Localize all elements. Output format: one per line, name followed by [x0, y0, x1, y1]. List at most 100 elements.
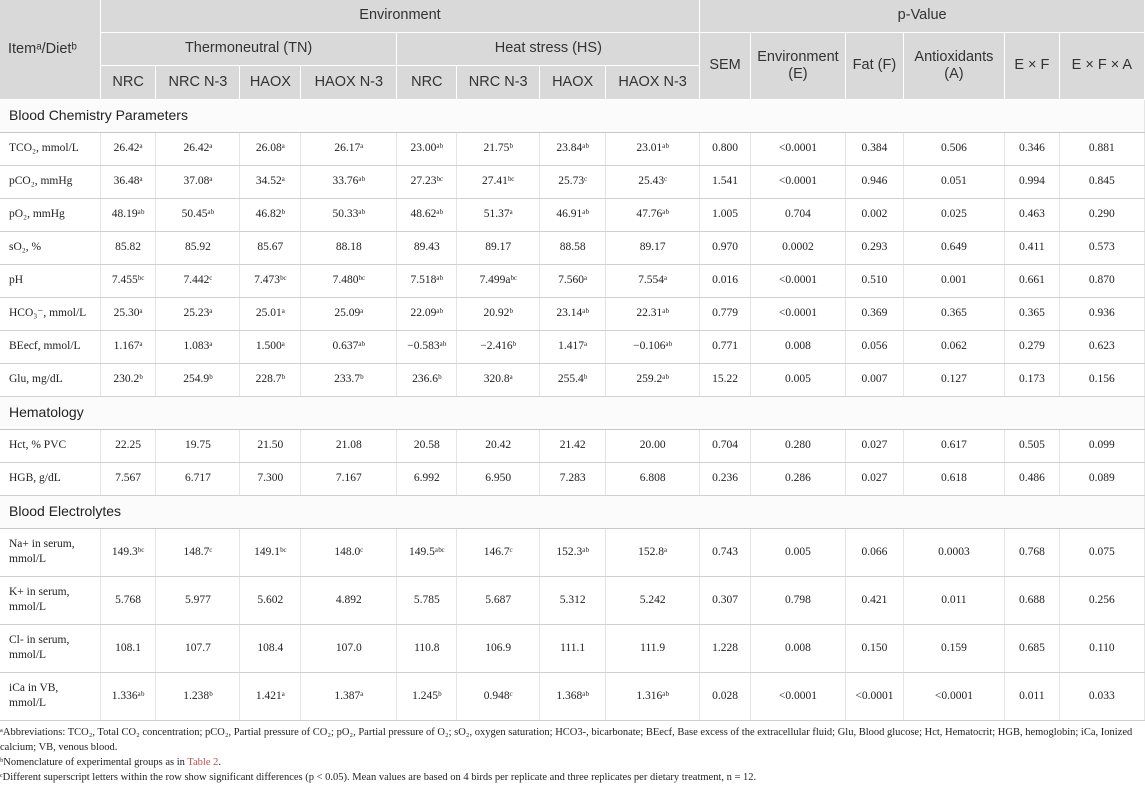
pvalue-cell: 0.005	[750, 528, 847, 577]
pvalue-cell: 0.150	[845, 624, 904, 673]
value-cell: 107.0	[300, 624, 398, 673]
row-label: K+ in serum, mmol/L	[0, 576, 101, 625]
pvalue-cell: 0.286	[750, 462, 847, 496]
table-row: Na+ in serum, mmol/L 149.3ᵇᶜ 148.7ᶜ 149.1ᵇᶜ…	[0, 528, 1145, 577]
pvalue-cell: 0.011	[1004, 672, 1060, 721]
row-label: pCO₂, mmHg	[0, 165, 101, 199]
row-label: HCO₃⁻, mmol/L	[0, 297, 101, 331]
table-row: Glu, mg/dL 230.2ᵇ 254.9ᵇ 228.7ᵇ 233.7ᵇ 236.6ᵇ…	[0, 363, 1145, 397]
value-cell: 25.30ᵃ	[100, 297, 157, 331]
table-row: TCO₂, mmol/L 26.42ᵃ 26.42ᵃ 26.08ᵃ 26.17ᵃ 23.0…	[0, 132, 1145, 166]
value-cell: 6.950	[456, 462, 541, 496]
value-cell: 85.67	[239, 231, 302, 265]
value-cell: 20.92ᵇ	[456, 297, 541, 331]
value-cell: 148.0ᶜ	[300, 528, 398, 577]
table-row: HCO₃⁻, mmol/L 25.30ᵃ 25.23ᵃ 25.01ᵃ 25.09ᵃ 22.…	[0, 297, 1145, 331]
value-cell: 7.455ᵇᶜ	[100, 264, 157, 298]
value-cell: 26.42ᵃ	[100, 132, 157, 166]
pvalue-cell: 0.027	[845, 462, 904, 496]
value-cell: 22.09ᵃᵇ	[396, 297, 458, 331]
results-table: Itemᵃ/Dietᵇ Environment p-Value Thermone…	[0, 0, 1145, 721]
value-cell: 46.91ᵃᵇ	[539, 198, 607, 232]
table-page: Itemᵃ/Dietᵇ Environment p-Value Thermone…	[0, 0, 1145, 783]
pvalue-cell: 0.056	[845, 330, 904, 364]
pvalue-cell: 0.293	[845, 231, 904, 265]
footnote-b: ᵇNomenclature of experimental groups as …	[0, 755, 1140, 770]
pvalue-cell: 0.028	[699, 672, 751, 721]
pvalue-cell: <0.0001	[750, 672, 847, 721]
table-row: BEecf, mmol/L 1.167ᵃ 1.083ᵃ 1.500ᵃ 0.637ᵃᵇ −0…	[0, 330, 1145, 364]
pvalue-cell: 1.541	[699, 165, 751, 199]
pvalue-cell: 0.411	[1004, 231, 1060, 265]
value-cell: 6.717	[155, 462, 241, 496]
row-label: sO₂, %	[0, 231, 101, 265]
value-cell: 5.312	[539, 576, 607, 625]
value-cell: 37.08ᵃ	[155, 165, 241, 199]
value-cell: 20.00	[605, 429, 701, 463]
table-body: Blood Chemistry Parameters TCO₂, mmol/L 26…	[0, 99, 1145, 721]
value-cell: 26.08ᵃ	[239, 132, 302, 166]
value-cell: 22.31ᵃᵇ	[605, 297, 701, 331]
pvalue-cell: 0.001	[903, 264, 1006, 298]
table-row: HGB, g/dL 7.567 6.717 7.300 7.167 6.992 6.950 7…	[0, 462, 1145, 496]
value-cell: 5.602	[239, 576, 302, 625]
pvalue-cell: 0.506	[903, 132, 1006, 166]
pvalue-cell: 0.011	[903, 576, 1006, 625]
table-row: sO₂, % 85.82 85.92 85.67 88.18 89.43 89.17 88.5…	[0, 231, 1145, 265]
diet-header: NRC N-3	[456, 65, 541, 100]
pvalue-cell: 0.236	[699, 462, 751, 496]
diet-header: NRC	[396, 65, 458, 100]
value-cell: 108.1	[100, 624, 157, 673]
pvalue-cell: <0.0001	[750, 264, 847, 298]
value-cell: 20.58	[396, 429, 458, 463]
value-cell: 51.37ᵃ	[456, 198, 541, 232]
section-row: Blood Chemistry Parameters	[0, 99, 1145, 133]
value-cell: 0.948ᶜ	[456, 672, 541, 721]
section-title: Hematology	[0, 396, 1145, 430]
value-cell: 21.08	[300, 429, 398, 463]
value-cell: −0.583ᵃᵇ	[396, 330, 458, 364]
pvalue-cell: <0.0001	[750, 165, 847, 199]
value-cell: 7.499aᵇᶜ	[456, 264, 541, 298]
value-cell: 7.480ᵇᶜ	[300, 264, 398, 298]
value-cell: 7.283	[539, 462, 607, 496]
value-cell: 21.50	[239, 429, 302, 463]
pvalue-cell: 0.623	[1059, 330, 1145, 364]
row-label: HGB, g/dL	[0, 462, 101, 496]
value-cell: 106.9	[456, 624, 541, 673]
pvalue-cell: 0.661	[1004, 264, 1060, 298]
diet-header: HAOX	[539, 65, 607, 100]
section-row: Blood Electrolytes	[0, 495, 1145, 529]
row-label: Hct, % PVC	[0, 429, 101, 463]
pvalue-cell: 1.005	[699, 198, 751, 232]
value-cell: 7.518ᵃᵇ	[396, 264, 458, 298]
value-cell: 230.2ᵇ	[100, 363, 157, 397]
table-row: Hct, % PVC 22.25 19.75 21.50 21.08 20.58 20.42…	[0, 429, 1145, 463]
diet-header: HAOX	[239, 65, 302, 100]
stat-header: E × F × A	[1059, 32, 1145, 100]
pvalue-cell: <0.0001	[845, 672, 904, 721]
stat-header: SEM	[699, 32, 751, 100]
value-cell: 50.45ᵃᵇ	[155, 198, 241, 232]
row-label: pH	[0, 264, 101, 298]
pvalue-cell: 0.159	[903, 624, 1006, 673]
value-cell: 1.368ᵃᵇ	[539, 672, 607, 721]
row-label: Na+ in serum, mmol/L	[0, 528, 101, 577]
diet-header: HAOX N-3	[300, 65, 398, 100]
pvalue-cell: 0.173	[1004, 363, 1060, 397]
pvalue-cell: 0.743	[699, 528, 751, 577]
value-cell: 7.554ᵃ	[605, 264, 701, 298]
value-cell: 254.9ᵇ	[155, 363, 241, 397]
section-row: Hematology	[0, 396, 1145, 430]
pvalue-cell: 0.870	[1059, 264, 1145, 298]
value-cell: 0.637ᵃᵇ	[300, 330, 398, 364]
value-cell: 1.238ᵇ	[155, 672, 241, 721]
table-2-link[interactable]: Table 2	[187, 757, 218, 768]
row-label: TCO₂, mmol/L	[0, 132, 101, 166]
value-cell: 149.3ᵇᶜ	[100, 528, 157, 577]
pvalue-cell: 0.089	[1059, 462, 1145, 496]
value-cell: 1.417ᵃ	[539, 330, 607, 364]
pvalue-cell: 0.279	[1004, 330, 1060, 364]
pvalue-cell: 0.346	[1004, 132, 1060, 166]
value-cell: 25.43ᶜ	[605, 165, 701, 199]
